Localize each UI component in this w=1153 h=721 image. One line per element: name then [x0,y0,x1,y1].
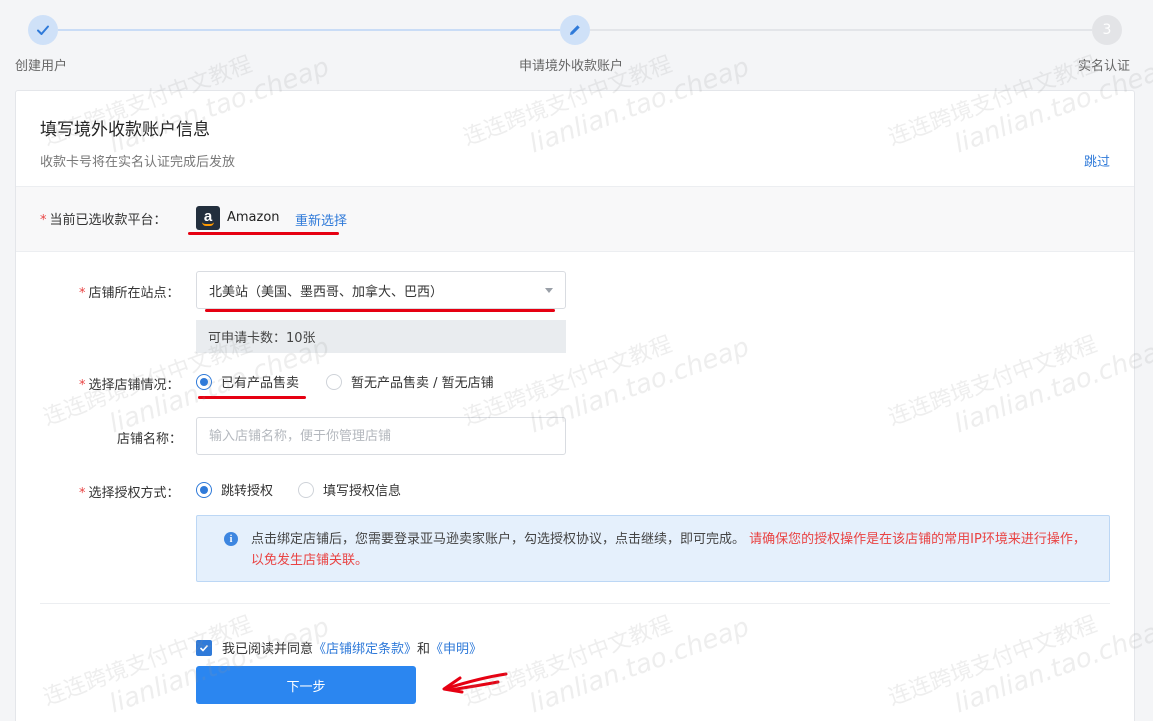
amazon-smile-icon [202,222,214,226]
platform-label: 当前已选收款平台： [49,213,167,228]
account-form-card: 填写境外收款账户信息 收款卡号将在实名认证完成后发放 跳过 [15,90,1135,721]
page-title: 填写境外收款账户信息 [40,120,210,140]
radio-unchecked-icon [298,481,314,498]
site-label-wrap: * 店铺所在站点： [79,282,180,301]
radio-no-products[interactable]: 暂无产品售卖 / 暂无店铺 [326,372,494,391]
annotation-arrow-icon [442,672,508,694]
required-mark: * [79,378,86,393]
step-2-edit-icon [560,15,590,45]
step-connector-2 [590,29,1092,31]
progress-stepper: 创建用户 申请境外收款账户 3 实名认证 [0,0,1153,90]
annotation-underline [205,309,555,312]
reselect-platform-link[interactable]: 重新选择 [295,210,347,229]
agreement-row: 我已阅读并同意 《店铺绑定条款》 和 《申明》 [196,638,482,657]
step-3-label: 实名认证 [1078,59,1131,74]
annotation-underline [188,232,339,235]
store-name-label: 店铺名称： [117,432,183,447]
auth-method-label: 选择授权方式： [88,486,180,501]
radio-has-products[interactable]: 已有产品售卖 [196,372,299,391]
terms-link[interactable]: 《店铺绑定条款》 [313,638,417,657]
radio-label: 填写授权信息 [323,484,402,499]
next-step-button[interactable]: 下一步 [196,666,416,704]
site-label: 店铺所在站点： [88,286,180,301]
radio-checked-icon [196,481,212,498]
page-subtitle: 收款卡号将在实名认证完成后发放 [40,155,236,170]
statement-link[interactable]: 《申明》 [430,638,482,657]
platform-name: Amazon [227,210,280,225]
card-quota-info: 可申请卡数：10张 [196,320,566,353]
step-3-number: 3 [1092,15,1122,45]
chevron-down-icon [545,287,553,293]
site-select[interactable]: 北美站（美国、墨西哥、加拿大、巴西） [196,271,566,309]
agreement-checkbox[interactable] [196,639,212,656]
skip-link[interactable]: 跳过 [1084,151,1110,170]
radio-redirect-auth[interactable]: 跳转授权 [196,480,273,499]
annotation-underline [198,396,306,399]
step-1-label: 创建用户 [15,59,68,74]
required-mark: * [79,486,86,501]
info-icon: i [224,532,238,546]
store-status-label: 选择店铺情况： [88,378,180,393]
required-mark: * [40,213,47,228]
step-1-done-icon [28,15,58,45]
notice-text: 点击绑定店铺后，您需要登录亚马逊卖家账户，勾选授权协议，点击继续，即可完成。 [251,532,746,547]
step-connector-1 [58,29,560,31]
divider [40,603,1110,604]
amazon-logo-icon: a [196,206,220,230]
store-name-input[interactable] [196,417,566,455]
required-mark: * [79,286,86,301]
agreement-conjunction: 和 [417,642,431,657]
platform-section [16,186,1134,252]
radio-label: 暂无产品售卖 / 暂无店铺 [351,376,494,391]
agreement-prefix: 我已阅读并同意 [222,642,314,657]
radio-label: 已有产品售卖 [221,376,300,391]
step-2-label: 申请境外收款账户 [519,59,624,74]
store-status-label-wrap: * 选择店铺情况： [79,374,180,393]
radio-checked-icon [196,373,212,390]
auth-method-label-wrap: * 选择授权方式： [79,482,180,501]
site-select-value: 北美站（美国、墨西哥、加拿大、巴西） [209,284,444,300]
auth-notice: i 点击绑定店铺后，您需要登录亚马逊卖家账户，勾选授权协议，点击继续，即可完成。… [196,515,1110,582]
radio-unchecked-icon [326,373,342,390]
radio-label: 跳转授权 [221,484,274,499]
platform-label-wrap: * 当前已选收款平台： [40,209,167,228]
radio-fill-auth-info[interactable]: 填写授权信息 [298,480,401,499]
checkmark-icon [199,644,209,652]
